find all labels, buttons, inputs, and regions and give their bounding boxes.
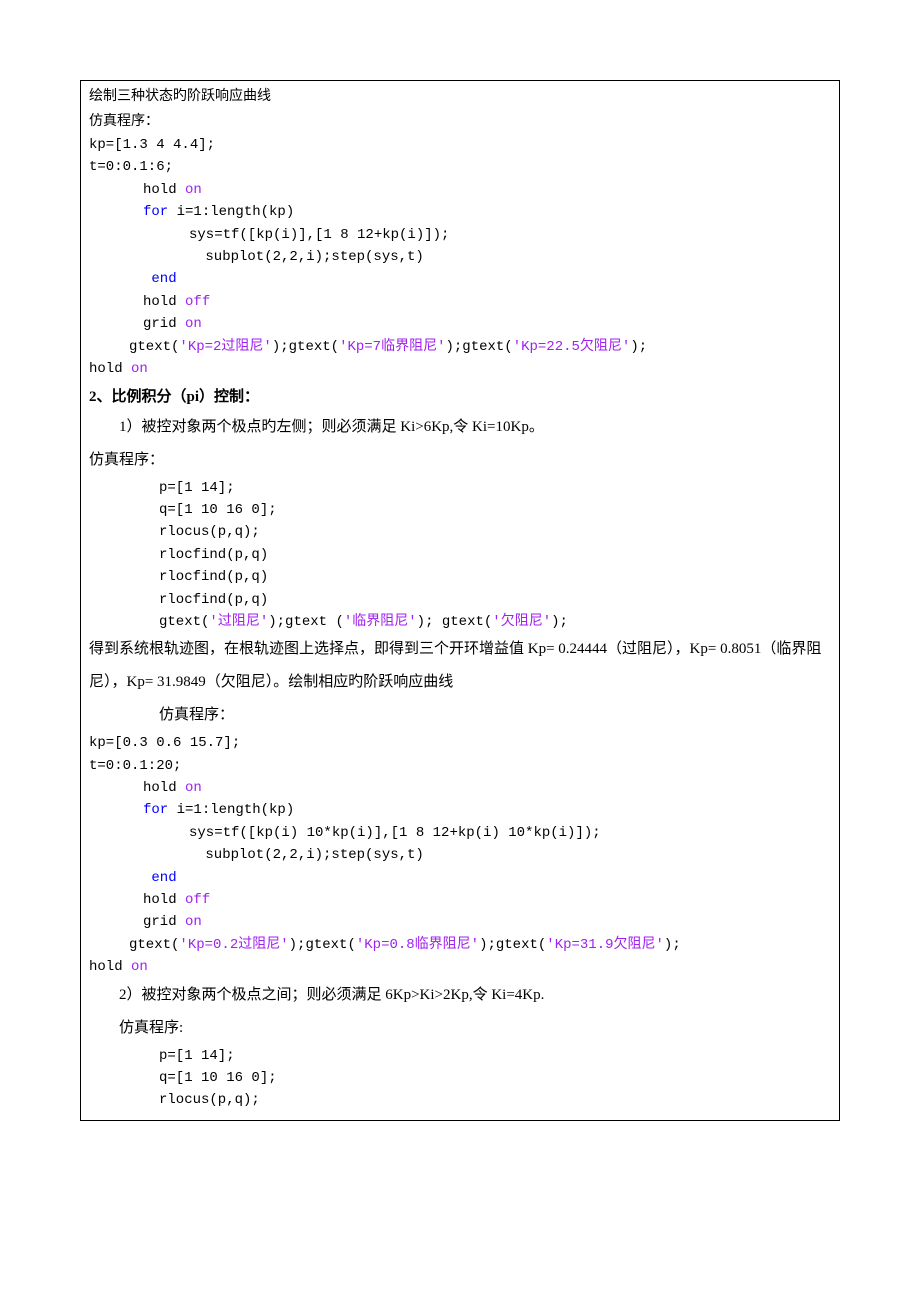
section-heading: 2、比例积分（pi）控制： xyxy=(89,384,831,410)
subtitle: 仿真程序： xyxy=(89,444,831,477)
code-line: end xyxy=(89,867,831,889)
paragraph: 得到系统根轨迹图，在根轨迹图上选择点，即得到三个开环增益值 Kp= 0.2444… xyxy=(89,633,831,699)
code-line: grid on xyxy=(89,911,831,933)
code-line: rlocfind(p,q) xyxy=(89,589,831,611)
paragraph: 2）被控对象两个极点之间；则必须满足 6Kp>Ki>2Kp,令 Ki=4Kp. xyxy=(89,979,831,1012)
code-line: kp=[0.3 0.6 15.7]; xyxy=(89,732,831,754)
code-line: gtext('Kp=0.2过阻尼');gtext('Kp=0.8临界阻尼');g… xyxy=(89,934,831,956)
code-line: hold off xyxy=(89,889,831,911)
code-line: rlocfind(p,q) xyxy=(89,544,831,566)
code-line: sys=tf([kp(i)],[1 8 12+kp(i)]); xyxy=(89,224,831,246)
code-line: end xyxy=(89,268,831,290)
code-line: rlocfind(p,q) xyxy=(89,566,831,588)
content-box: 绘制三种状态旳阶跃响应曲线 仿真程序： kp=[1.3 4 4.4]; t=0:… xyxy=(80,80,840,1121)
code-line: subplot(2,2,i);step(sys,t) xyxy=(89,246,831,268)
code-line: t=0:0.1:20; xyxy=(89,755,831,777)
code-line: hold on xyxy=(89,179,831,201)
code-line: p=[1 14]; xyxy=(89,477,831,499)
code-line: rlocus(p,q); xyxy=(89,521,831,543)
code-line: gtext('Kp=2过阻尼');gtext('Kp=7临界阻尼');gtext… xyxy=(89,336,831,358)
code-line: kp=[1.3 4 4.4]; xyxy=(89,134,831,156)
code-line: p=[1 14]; xyxy=(89,1045,831,1067)
code-line: q=[1 10 16 0]; xyxy=(89,1067,831,1089)
code-line: rlocus(p,q); xyxy=(89,1089,831,1111)
code-line: hold off xyxy=(89,291,831,313)
code-line: subplot(2,2,i);step(sys,t) xyxy=(89,844,831,866)
block1-title: 绘制三种状态旳阶跃响应曲线 xyxy=(89,85,831,110)
code-line: sys=tf([kp(i) 10*kp(i)],[1 8 12+kp(i) 10… xyxy=(89,822,831,844)
code-line: for i=1:length(kp) xyxy=(89,799,831,821)
document-page: 绘制三种状态旳阶跃响应曲线 仿真程序： kp=[1.3 4 4.4]; t=0:… xyxy=(0,80,920,1121)
code-line: gtext('过阻尼');gtext ('临界阻尼'); gtext('欠阻尼'… xyxy=(89,611,831,633)
block1-subtitle: 仿真程序： xyxy=(89,110,831,135)
paragraph: 1）被控对象两个极点旳左侧；则必须满足 Ki>6Kp,令 Ki=10Kp。 xyxy=(89,411,831,444)
code-line: grid on xyxy=(89,313,831,335)
code-line: t=0:0.1:6; xyxy=(89,156,831,178)
code-line: hold on xyxy=(89,358,831,380)
subtitle: 仿真程序: xyxy=(89,1012,831,1045)
subtitle: 仿真程序： xyxy=(89,699,831,732)
code-line: for i=1:length(kp) xyxy=(89,201,831,223)
code-line: hold on xyxy=(89,956,831,978)
code-line: q=[1 10 16 0]; xyxy=(89,499,831,521)
code-line: hold on xyxy=(89,777,831,799)
